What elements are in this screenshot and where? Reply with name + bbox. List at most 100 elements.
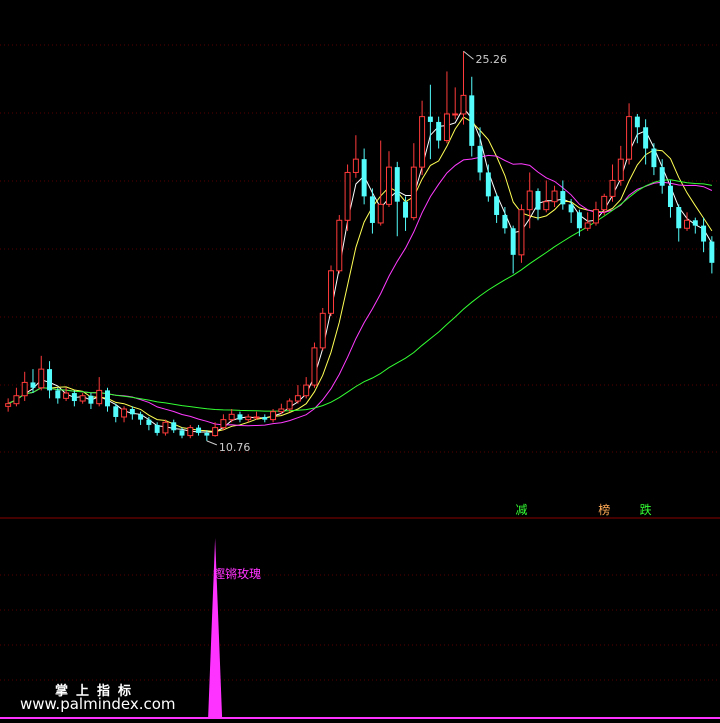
candle-body: [212, 427, 219, 437]
candle: [701, 217, 707, 253]
candle: [303, 377, 310, 399]
high-pointer: [463, 50, 474, 60]
candle: [377, 140, 384, 226]
candle: [427, 84, 433, 160]
candle-body: [38, 368, 45, 389]
candle-body: [220, 419, 227, 429]
candle-body: [452, 113, 459, 116]
candle-body: [344, 171, 351, 221]
candle-body: [13, 395, 20, 405]
candle-body: [47, 369, 53, 391]
candle: [328, 265, 335, 316]
candle: [121, 406, 128, 423]
candle: [543, 180, 550, 213]
candle-body: [617, 158, 624, 181]
low-pointer: [206, 440, 218, 446]
candle-body: [30, 382, 36, 388]
candle-body: [154, 424, 160, 433]
candle-body: [171, 422, 177, 431]
candle-body: [253, 416, 260, 419]
candles: [5, 51, 715, 441]
candle-body: [88, 395, 94, 404]
candle: [659, 159, 665, 194]
candle-body: [592, 209, 599, 224]
candle: [452, 87, 459, 120]
candle: [385, 151, 392, 207]
candle-body: [336, 219, 343, 272]
signal-spike: [208, 538, 223, 718]
candle: [617, 145, 624, 186]
candle-body: [643, 127, 649, 149]
candle: [311, 342, 318, 388]
grid-lines: [0, 44, 720, 719]
candle-body: [609, 179, 616, 197]
candle-body: [245, 416, 252, 421]
candle: [692, 217, 698, 234]
candle: [286, 398, 293, 412]
candle: [443, 71, 450, 144]
candle: [96, 377, 103, 407]
candle-body: [676, 207, 682, 229]
high-price-label: 25.26: [475, 53, 507, 66]
candle: [171, 419, 177, 433]
candle: [518, 204, 525, 263]
signal-marker: 减: [515, 503, 527, 517]
candle-body: [129, 409, 135, 415]
candle-body: [634, 116, 640, 128]
candle-body: [684, 219, 691, 229]
candle-body: [262, 416, 268, 420]
candle: [584, 212, 591, 231]
candle-body: [385, 166, 392, 205]
candle-body: [436, 121, 442, 141]
candle-body: [377, 203, 384, 224]
candle: [352, 135, 359, 178]
candle: [253, 411, 260, 420]
candle-body: [443, 113, 450, 142]
candle: [560, 180, 566, 210]
candle-body: [270, 411, 277, 421]
candle: [336, 214, 343, 274]
candle-body: [196, 427, 202, 433]
candle-body: [319, 312, 326, 349]
candle-body: [543, 201, 550, 211]
candle-body: [71, 393, 77, 402]
signal-marker: 跌: [640, 502, 652, 517]
candle: [436, 116, 442, 149]
candle-body: [237, 414, 243, 420]
candle: [684, 212, 691, 231]
candle-body: [369, 196, 375, 223]
candle-body: [659, 167, 665, 186]
candle-body: [551, 190, 558, 203]
candle-body: [692, 220, 698, 226]
candle: [394, 161, 400, 237]
candle-body: [709, 241, 715, 263]
candle: [196, 424, 202, 436]
low-price-label: 10.76: [219, 441, 251, 454]
candle-body: [477, 145, 483, 173]
candle: [643, 119, 649, 165]
candle: [410, 143, 417, 221]
candle-body: [146, 419, 152, 425]
candle-body: [162, 421, 169, 434]
candle: [709, 236, 715, 274]
candle-body: [419, 116, 426, 168]
ma-longest-line: [7, 179, 712, 412]
candle-body: [138, 414, 144, 420]
candle-body: [485, 172, 491, 197]
candle-body: [311, 347, 318, 386]
candle-body: [576, 212, 582, 229]
candle-body: [55, 390, 61, 399]
candle: [245, 414, 252, 423]
candle-body: [303, 384, 310, 397]
candle: [676, 204, 682, 242]
candle-body: [403, 201, 409, 218]
ma-short-line: [7, 106, 713, 433]
candle: [502, 207, 508, 234]
candle-body: [294, 395, 301, 402]
candle: [294, 385, 301, 404]
candle: [609, 164, 616, 202]
candle: [71, 390, 77, 407]
candle-body: [96, 389, 103, 405]
candle-body: [361, 159, 367, 197]
candle-body: [560, 191, 566, 205]
